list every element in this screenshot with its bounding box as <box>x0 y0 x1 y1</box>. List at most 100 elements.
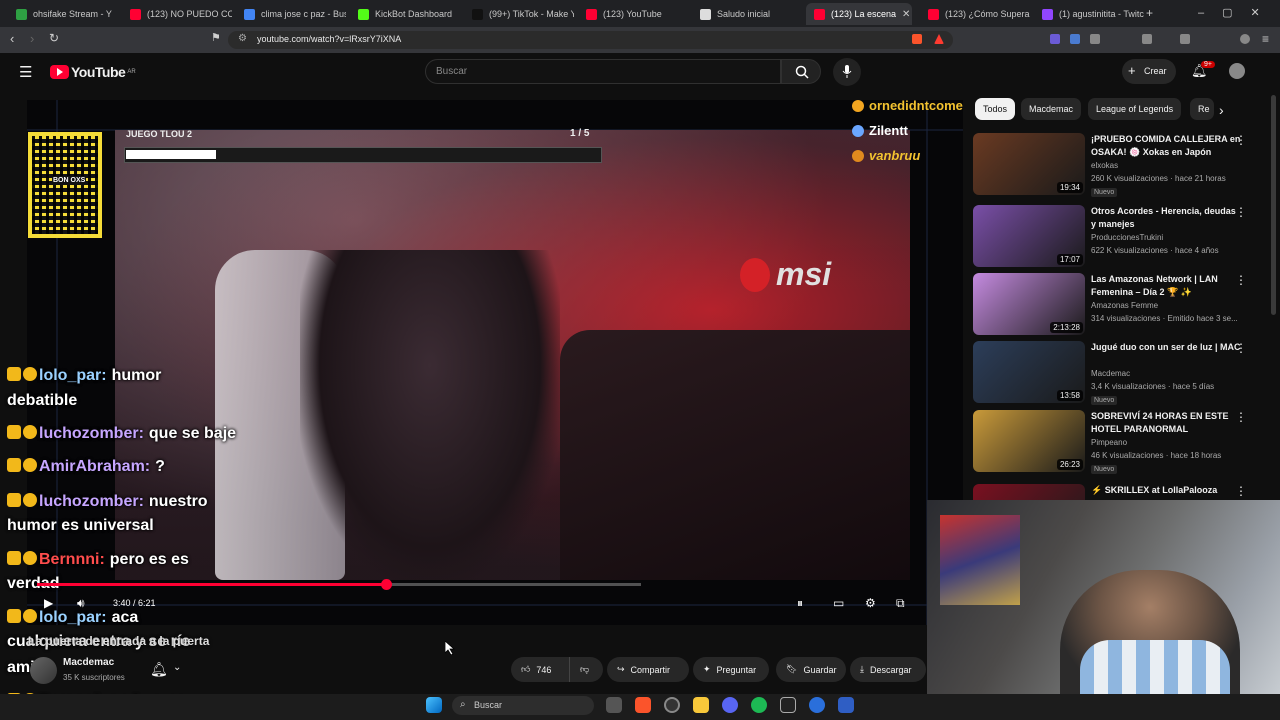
chip-macdemac[interactable]: Macdemac <box>1021 98 1082 120</box>
region-code: AR <box>127 69 136 75</box>
browser-tab[interactable]: (123) La escena ✕ <box>806 3 912 25</box>
account-avatar[interactable] <box>1229 63 1245 79</box>
subtitles-icon[interactable]: ▭ <box>833 596 844 610</box>
video-title[interactable]: Las Amazonas Network | LAN Femenina – Dí… <box>1091 273 1241 299</box>
recommendation-item[interactable]: 26:23 SOBREVIVÍ 24 HORAS EN ESTE HOTEL PA… <box>973 410 1263 476</box>
search-placeholder: Buscar <box>436 66 468 77</box>
browser-tab[interactable]: (123) NO PUEDO CON <box>122 3 232 25</box>
recommendation-item[interactable]: 19:34 ¡PRUEBO COMIDA CALLEJERA en OSAKA! … <box>973 133 1263 199</box>
back-icon[interactable]: ‹ <box>10 31 14 46</box>
youtube-logo[interactable]: YouTube AR <box>50 64 136 80</box>
tab-favicon-icon <box>700 8 711 20</box>
channel-name[interactable]: elxokas <box>1091 161 1118 170</box>
video-meta: 46 K visualizaciones · hace 18 horas <box>1091 451 1222 460</box>
browser-tab[interactable]: (123) YouTube <box>578 3 688 25</box>
more-options-icon[interactable]: ⋮ <box>1235 273 1247 287</box>
chevron-down-icon[interactable]: ⌄ <box>173 662 181 673</box>
menu-icon[interactable]: ≡ <box>1262 32 1269 46</box>
channel-avatar[interactable] <box>30 657 57 684</box>
video-meta: 260 K visualizaciones · hace 21 horas <box>1091 174 1226 183</box>
taskbar-search[interactable]: ⌕ Buscar <box>452 696 594 715</box>
task-view-icon[interactable] <box>606 697 622 713</box>
voice-search-button[interactable] <box>833 58 861 86</box>
search-button[interactable] <box>781 59 821 84</box>
extension-icon[interactable] <box>1070 34 1080 44</box>
chip-all[interactable]: Todos <box>975 98 1016 120</box>
channel-name[interactable]: Amazonas Femme <box>1091 301 1158 310</box>
extensions-puzzle-icon[interactable] <box>1090 34 1100 44</box>
brave-shield-icon[interactable] <box>912 34 922 44</box>
scrubber-handle[interactable] <box>381 579 392 590</box>
vpn-icon[interactable] <box>1240 34 1250 44</box>
app-icon[interactable] <box>809 697 825 713</box>
video-title[interactable]: ⚡ SKRILLEX at LollaPalooza <box>1091 484 1241 497</box>
browser-tab[interactable]: ohsifake Stream - Y <box>8 3 118 25</box>
spotify-icon[interactable] <box>751 697 767 713</box>
app-icon[interactable] <box>838 697 854 713</box>
share-button[interactable]: ↪ Compartir <box>607 657 689 682</box>
video-title[interactable]: Otros Acordes - Herencia, deudas y manej… <box>1091 205 1241 231</box>
chip-more[interactable]: Re <box>1190 98 1214 120</box>
autoplay-toggle[interactable]: ⏸ <box>797 596 803 611</box>
ask-button[interactable]: ✦ Preguntar <box>693 657 769 682</box>
reload-icon[interactable]: ↻ <box>49 31 59 45</box>
miniplayer-icon[interactable]: ⧉ <box>896 596 905 611</box>
recommendation-item[interactable]: 2:13:28 Las Amazonas Network | LAN Femeni… <box>973 273 1263 339</box>
download-icon[interactable] <box>1142 34 1152 44</box>
channel-name[interactable]: ProduccionesTrukini <box>1091 233 1163 242</box>
chat-text: pero es es <box>109 551 189 568</box>
forward-icon[interactable]: › <box>30 31 34 46</box>
chevron-right-icon[interactable]: › <box>1219 102 1224 118</box>
browser-tab[interactable]: KickBot Dashboard <box>350 3 460 25</box>
discord-icon[interactable] <box>722 697 738 713</box>
chat-username: luchozomber: <box>39 425 144 442</box>
like-button[interactable]: 👍︎ 746 <box>511 657 569 682</box>
browser-tab[interactable]: (1) agustinitita - Twitch <box>1034 3 1144 25</box>
more-options-icon[interactable]: ⋮ <box>1235 410 1247 424</box>
app-icon[interactable] <box>780 697 796 713</box>
more-options-icon[interactable]: ⋮ <box>1235 205 1247 219</box>
video-title[interactable]: ¡PRUEBO COMIDA CALLEJERA en OSAKA! 🍥 Xok… <box>1091 133 1241 159</box>
recommendation-item[interactable]: 13:58 Jugué duo con un ser de luz | MAC Ma… <box>973 341 1263 407</box>
sidebar-icon[interactable] <box>1180 34 1190 44</box>
recommendation-item[interactable]: 17:07 Otros Acordes - Herencia, deudas y … <box>973 205 1263 271</box>
volume-icon[interactable]: 🔊︎ <box>77 596 85 611</box>
video-title[interactable]: SOBREVIVÍ 24 HORAS EN ESTE HOTEL PARANOR… <box>1091 410 1241 436</box>
browser-tab[interactable]: (123) ¿Cómo Superar <box>920 3 1030 25</box>
webcam-poster <box>940 515 1020 605</box>
notification-bell-icon[interactable]: 🔔︎ <box>150 661 168 678</box>
browser-tab[interactable]: Saludo inicial <box>692 3 802 25</box>
obs-icon[interactable] <box>664 697 680 713</box>
windows-start-icon[interactable] <box>426 697 442 713</box>
scrollbar[interactable] <box>1271 95 1276 315</box>
duration-badge: 13:58 <box>1056 390 1083 401</box>
chat-badge-icon <box>7 425 21 439</box>
create-button[interactable]: + Crear <box>1122 59 1176 84</box>
close-tab-icon[interactable]: ✕ <box>902 9 910 20</box>
browser-tab[interactable]: (99+) TikTok - Make Yo <box>464 3 574 25</box>
channel-name[interactable]: Pimpeano <box>1091 438 1127 447</box>
more-options-icon[interactable]: ⋮ <box>1235 341 1247 355</box>
video-title[interactable]: Jugué duo con un ser de luz | MAC <box>1091 341 1241 354</box>
channel-name[interactable]: Macdemac <box>63 657 114 668</box>
file-explorer-icon[interactable] <box>693 697 709 713</box>
channel-name[interactable]: Macdemac <box>1091 369 1130 378</box>
hamburger-menu-icon[interactable]: ☰ <box>19 63 32 81</box>
site-settings-icon[interactable]: ⚙ <box>238 33 247 44</box>
dislike-button[interactable]: 👎︎ <box>569 657 603 682</box>
browser-tab[interactable]: clima jose c paz - Busc <box>236 3 346 25</box>
brave-browser-icon[interactable] <box>635 697 651 713</box>
chip-league-of-legends[interactable]: League of Legends <box>1088 98 1182 120</box>
tab-favicon-icon <box>472 8 483 20</box>
window-controls[interactable]: –▢✕ <box>1198 6 1278 19</box>
download-button[interactable]: ⤓ Descargar <box>850 657 926 682</box>
bookmark-icon[interactable]: ⚑ <box>211 31 221 44</box>
more-options-icon[interactable]: ⋮ <box>1235 484 1247 498</box>
extension-icon[interactable] <box>1050 34 1060 44</box>
new-tab-button[interactable]: + <box>1146 6 1153 20</box>
more-options-icon[interactable]: ⋮ <box>1235 133 1247 147</box>
play-icon[interactable]: ▶ <box>44 596 53 610</box>
settings-gear-icon[interactable]: ⚙ <box>865 596 876 610</box>
save-button[interactable]: 🔖︎ Guardar <box>776 657 846 682</box>
search-input[interactable]: Buscar <box>425 59 781 84</box>
